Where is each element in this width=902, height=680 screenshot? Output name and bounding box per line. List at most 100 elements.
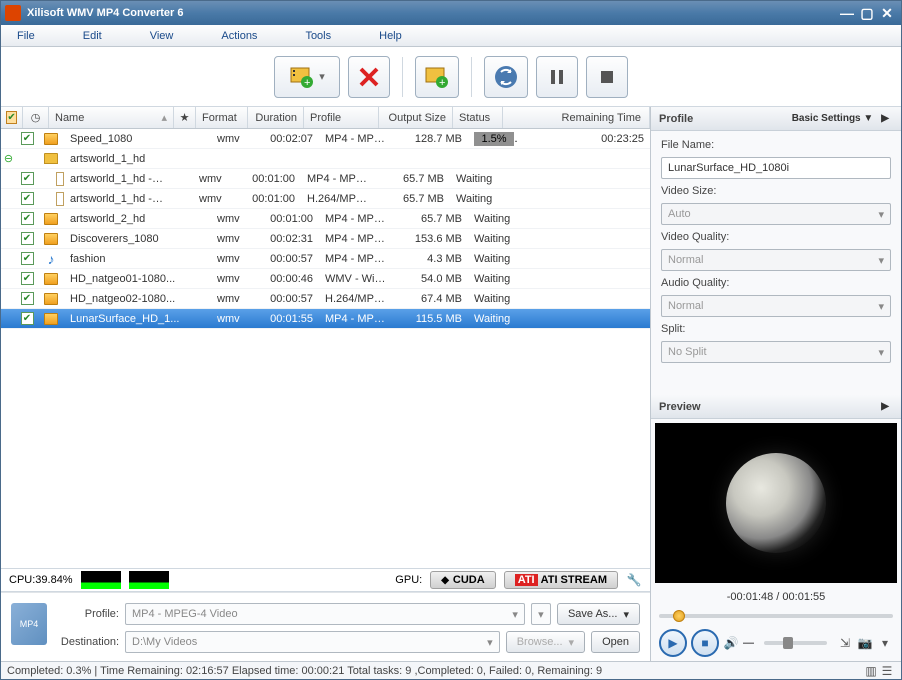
ati-badge[interactable]: ATIATI STREAM (504, 571, 618, 589)
minimize-button[interactable]: — (837, 5, 857, 21)
add-file-button[interactable]: +▾ (274, 56, 340, 98)
menu-file[interactable]: File (9, 28, 43, 44)
table-row[interactable]: ✔LunarSurface_HD_1...wmv00:01:55MP4 - MP… (1, 309, 650, 329)
cell-star (189, 217, 211, 221)
col-type-icon[interactable]: ◷ (23, 107, 49, 128)
cell-profile: MP4 - MPEG-... (319, 311, 394, 327)
file-list[interactable]: ✔Speed_1080wmv00:02:07MP4 - MPEG-...128.… (1, 129, 650, 568)
row-checkbox[interactable]: ✔ (16, 232, 38, 245)
close-button[interactable]: ✕ (877, 5, 897, 21)
destination-field[interactable]: D:\My Videos▾ (125, 631, 500, 653)
row-checkbox[interactable]: ✔ (16, 312, 38, 325)
save-as-button[interactable]: Save As...▾ (557, 603, 640, 625)
snapshot-range-icon[interactable]: ⇲ (837, 635, 853, 651)
row-checkbox[interactable]: ✔ (16, 292, 38, 305)
audio-quality-dropdown[interactable]: Normal▾ (661, 295, 891, 317)
add-profile-button[interactable]: + (415, 56, 459, 98)
settings-area: MP4 Profile: MP4 - MPEG-4 Video▾ ▾ Save … (1, 592, 650, 661)
cell-status: Waiting (468, 271, 518, 287)
menu-help[interactable]: Help (371, 28, 410, 44)
cell-duration: 00:00:46 (263, 271, 319, 287)
cell-format: wmv (211, 231, 263, 247)
cell-size: 65.7 MB (394, 211, 468, 227)
snapshot-icon[interactable]: 📷 (857, 635, 873, 651)
row-checkbox[interactable]: ✔ (16, 252, 38, 265)
play-button[interactable]: ▶ (659, 629, 687, 657)
open-button[interactable]: Open (591, 631, 640, 653)
cell-name: HD_natgeo02-1080... (64, 291, 189, 307)
row-checkbox[interactable]: ✔ (16, 272, 38, 285)
toolbar: +▾ + (1, 47, 901, 107)
table-row[interactable]: ✔artsworld_2_hdwmv00:01:00MP4 - MPEG-...… (1, 209, 650, 229)
volume-icon[interactable]: 🔊 (723, 635, 739, 651)
audio-icon: ♪ (48, 251, 55, 267)
preview-panel-title: Preview (659, 401, 701, 413)
snapshot-more-icon[interactable]: ▾ (877, 635, 893, 651)
col-name[interactable]: Name▴ (49, 107, 174, 128)
video-size-dropdown[interactable]: Auto▾ (661, 203, 891, 225)
delete-button[interactable] (348, 56, 390, 98)
row-checkbox[interactable]: ✔ (16, 172, 38, 185)
video-file-icon (44, 273, 58, 285)
cuda-badge[interactable]: ◆ CUDA (430, 571, 495, 589)
file-name-label: File Name: (661, 139, 891, 151)
browse-button[interactable]: Browse...▾ (506, 631, 585, 653)
wrench-icon[interactable]: 🔧 (626, 572, 642, 588)
maximize-button[interactable]: ▢ (857, 5, 877, 21)
basic-settings-button[interactable]: Basic Settings ▼ (788, 111, 878, 126)
cell-format: wmv (211, 271, 263, 287)
pause-button[interactable] (536, 56, 578, 98)
select-all-checkbox[interactable]: ✔ (6, 111, 16, 124)
profile-collapse-button[interactable]: ▶ (877, 111, 893, 126)
table-row[interactable]: ✔artsworld_1_hd - M...wmv00:01:00MP4 - M… (1, 169, 650, 189)
cell-name: artsworld_1_hd (64, 151, 189, 167)
col-duration[interactable]: Duration (248, 107, 304, 128)
cell-duration: 00:00:57 (263, 291, 319, 307)
col-format[interactable]: Format (196, 107, 248, 128)
table-row[interactable]: ⊖ artsworld_1_hd (1, 149, 650, 169)
menu-actions[interactable]: Actions (213, 28, 265, 44)
col-remaining[interactable]: Remaining Time (503, 107, 650, 128)
stop-preview-button[interactable]: ■ (691, 629, 719, 657)
cell-name: Speed_1080 (64, 131, 189, 147)
video-quality-dropdown[interactable]: Normal▾ (661, 249, 891, 271)
profile-dropdown[interactable]: MP4 - MPEG-4 Video▾ (125, 603, 525, 625)
menu-edit[interactable]: Edit (75, 28, 110, 44)
preview-collapse-button[interactable]: ▶ (877, 399, 893, 414)
row-checkbox[interactable]: ✔ (16, 212, 38, 225)
cell-size: 128.7 MB (394, 131, 468, 147)
table-row[interactable]: ✔Speed_1080wmv00:02:07MP4 - MPEG-...128.… (1, 129, 650, 149)
collapse-icon[interactable]: ⊖ (1, 152, 16, 165)
cell-format: wmv (193, 171, 245, 187)
convert-button[interactable] (484, 56, 528, 98)
table-row[interactable]: ✔HD_natgeo01-1080...wmv00:00:46WMV - Win… (1, 269, 650, 289)
cell-size: 54.0 MB (394, 271, 468, 287)
cell-star (189, 137, 211, 141)
preview-seek-slider[interactable] (659, 609, 893, 623)
row-checkbox[interactable]: ✔ (16, 132, 38, 145)
log-icon[interactable]: ▥ (863, 663, 879, 679)
cell-duration: 00:01:00 (263, 211, 319, 227)
profile-field-label: Profile: (57, 608, 119, 620)
titlebar[interactable]: Xilisoft WMV MP4 Converter 6 — ▢ ✕ (1, 1, 901, 25)
file-name-input[interactable]: LunarSurface_HD_1080i (661, 157, 891, 179)
menu-view[interactable]: View (142, 28, 182, 44)
table-row[interactable]: ✔artsworld_1_hd - H...wmv00:01:00H.264/M… (1, 189, 650, 209)
table-row[interactable]: ✔♪fashionwmv00:00:57MP4 - MPEG-...4.3 MB… (1, 249, 650, 269)
col-profile[interactable]: Profile (304, 107, 379, 128)
col-star[interactable]: ★ (174, 107, 196, 128)
menu-tools[interactable]: Tools (297, 28, 339, 44)
preview-viewport[interactable] (655, 423, 897, 583)
cell-profile (319, 157, 394, 161)
volume-slider[interactable] (764, 641, 827, 645)
table-row[interactable]: ✔HD_natgeo02-1080...wmv00:00:57H.264/MPE… (1, 289, 650, 309)
cell-star (171, 177, 193, 181)
stop-button[interactable] (586, 56, 628, 98)
tasks-icon[interactable]: ☰ (879, 663, 895, 679)
table-row[interactable]: ✔Discoverers_1080wmv00:02:31MP4 - MPEG-.… (1, 229, 650, 249)
col-status[interactable]: Status (453, 107, 503, 128)
col-output-size[interactable]: Output Size (379, 107, 453, 128)
profile-more-button[interactable]: ▾ (531, 603, 551, 625)
row-checkbox[interactable]: ✔ (16, 192, 38, 205)
split-dropdown[interactable]: No Split▾ (661, 341, 891, 363)
